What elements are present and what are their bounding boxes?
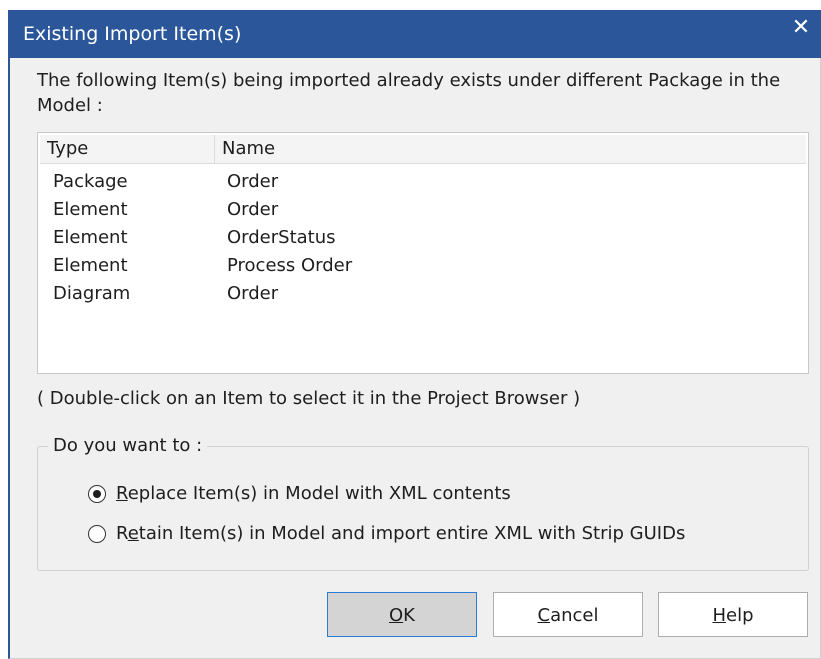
info-message: The following Item(s) being imported alr… <box>37 70 781 116</box>
mnemonic-letter: e <box>127 523 139 544</box>
mnemonic-letter: O <box>389 605 404 626</box>
row-type: Package <box>53 171 128 192</box>
row-name: Order <box>227 171 279 192</box>
close-icon[interactable]: ✕ <box>781 10 821 50</box>
label-text: eplace Item(s) in Model with XML content… <box>127 483 511 504</box>
list-row[interactable]: Package Order <box>40 168 806 196</box>
double-click-hint: ( Double-click on an Item to select it i… <box>37 388 581 409</box>
help-button[interactable]: Help <box>658 592 808 637</box>
list-row[interactable]: Element OrderStatus <box>40 224 806 252</box>
row-type: Diagram <box>53 283 131 304</box>
label-prefix: R <box>116 523 128 544</box>
button-text: K <box>403 605 415 626</box>
options-groupbox: Do you want to : Replace Item(s) in Mode… <box>37 433 809 571</box>
row-type: Element <box>53 199 128 220</box>
row-name: Process Order <box>227 255 353 276</box>
column-header-type[interactable]: Type <box>40 135 215 163</box>
list-header: Type Name <box>40 135 806 164</box>
title-bar[interactable]: Existing Import Item(s) ✕ <box>10 10 821 58</box>
row-type: Element <box>53 227 128 248</box>
list-row[interactable]: Element Order <box>40 196 806 224</box>
ok-button[interactable]: OK <box>327 592 477 637</box>
options-legend: Do you want to : <box>48 433 208 459</box>
existing-import-items-dialog: Existing Import Item(s) ✕ The following … <box>8 10 821 659</box>
column-header-name[interactable]: Name <box>215 135 808 163</box>
list-row[interactable]: Element Process Order <box>40 252 806 280</box>
button-text: elp <box>726 605 754 626</box>
row-type: Element <box>53 255 128 276</box>
window-title: Existing Import Item(s) <box>23 23 242 45</box>
row-name: Order <box>227 283 279 304</box>
label-text: tain Item(s) in Model and import entire … <box>138 523 686 544</box>
row-name: OrderStatus <box>227 227 336 248</box>
replace-items-label[interactable]: Replace Item(s) in Model with XML conten… <box>116 482 511 506</box>
mnemonic-letter: R <box>116 483 128 504</box>
mnemonic-letter: C <box>537 605 551 626</box>
list-rows: Package Order Element Order Element Orde… <box>40 168 806 308</box>
retain-items-radio[interactable] <box>88 525 106 543</box>
replace-items-radio[interactable] <box>88 485 106 503</box>
existing-items-list[interactable]: Type Name Package Order Element Order El… <box>37 132 809 374</box>
cancel-button[interactable]: Cancel <box>493 592 643 637</box>
retain-items-label[interactable]: Retain Item(s) in Model and import entir… <box>116 522 685 546</box>
row-name: Order <box>227 199 279 220</box>
button-text: ancel <box>550 605 599 626</box>
list-row[interactable]: Diagram Order <box>40 280 806 308</box>
mnemonic-letter: H <box>712 605 727 626</box>
